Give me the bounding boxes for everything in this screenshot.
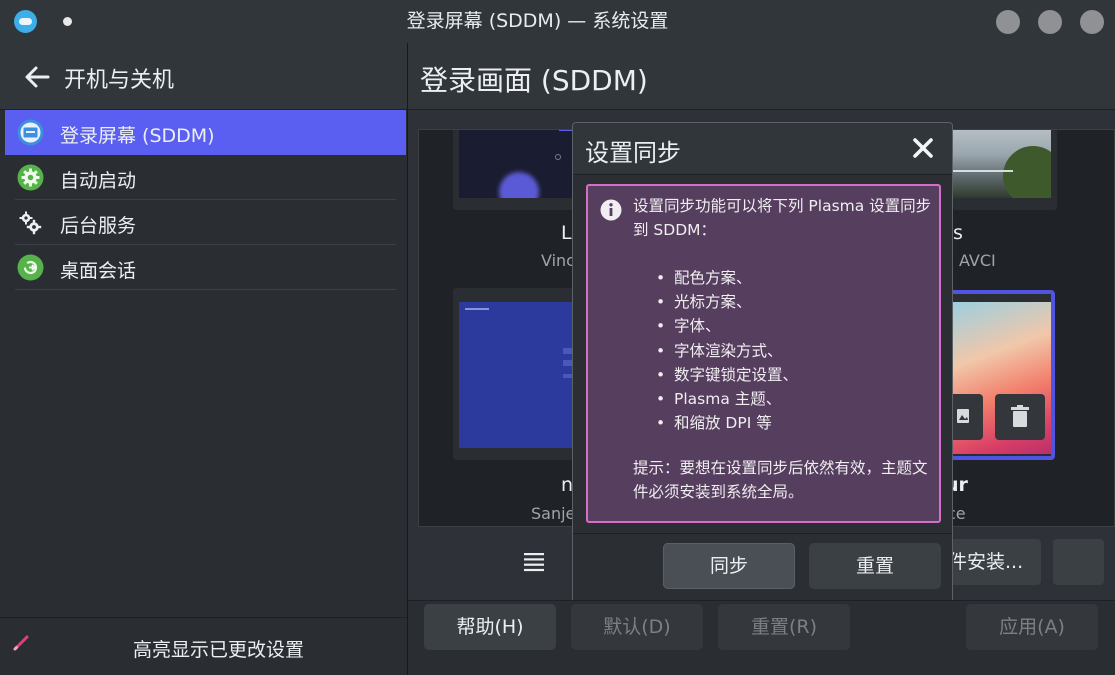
- sync-button[interactable]: 同步: [663, 543, 795, 589]
- list-item: 和缩放 DPI 等: [656, 411, 798, 435]
- login-screen-icon: [17, 119, 44, 146]
- sync-info-message: 设置同步功能可以将下列 Plasma 设置同步到 SDDM： 配色方案、 光标方…: [586, 184, 941, 523]
- info-icon: [600, 199, 622, 221]
- list-item: Plasma 主题、: [656, 387, 798, 411]
- help-button[interactable]: 帮助(H): [424, 604, 556, 650]
- theme-author: AVCI: [959, 251, 996, 270]
- desktop-session-icon: [17, 254, 44, 281]
- close-window-button[interactable]: [1080, 10, 1104, 34]
- dialog-footer: 同步 重置: [573, 533, 952, 600]
- close-icon[interactable]: [912, 137, 934, 159]
- list-menu-icon[interactable]: [522, 550, 546, 574]
- list-item: 字体渲染方式、: [656, 339, 798, 363]
- sidebar-header: 开机与关机: [0, 43, 407, 110]
- sync-settings-dialog: 设置同步 设置同步功能可以将下列 Plasma 设置同步到 SDDM： 配色方案…: [572, 122, 953, 600]
- page-footer: 帮助(H) 默认(D) 重置(R) 应用(A): [408, 600, 1115, 675]
- maximize-button[interactable]: [1038, 10, 1062, 34]
- theme-name: s: [953, 222, 963, 244]
- sidebar-item-label: 桌面会话: [60, 260, 137, 282]
- dialog-header: 设置同步: [573, 123, 952, 175]
- sync-info-note: 提示：要想在设置同步后依然有效，主题文件必须安装到系统全局。: [633, 459, 928, 501]
- theme-author: Vinc: [541, 251, 575, 270]
- window-title: 登录屏幕 (SDDM) — 系统设置: [406, 10, 669, 32]
- list-item: 字体、: [656, 314, 798, 338]
- reset-changes-button[interactable]: 重置(R): [718, 604, 850, 650]
- theme-preview-image: [953, 130, 1051, 198]
- install-from-file-label: 件安装...: [948, 551, 1024, 573]
- autostart-gear-icon: [17, 164, 44, 191]
- theme-name: L: [561, 222, 572, 244]
- apply-button[interactable]: 应用(A): [966, 604, 1098, 650]
- background-services-icon: [19, 211, 42, 235]
- sidebar-item-label: 登录屏幕 (SDDM): [60, 125, 215, 147]
- get-new-themes-button[interactable]: [1053, 539, 1104, 585]
- back-arrow-icon[interactable]: [24, 64, 50, 90]
- minimize-button[interactable]: [996, 10, 1020, 34]
- highlight-changed-settings-label: 高亮显示已更改设置: [132, 639, 304, 661]
- delete-theme-button[interactable]: [995, 394, 1045, 440]
- trash-icon: [1011, 405, 1029, 427]
- theme-card[interactable]: [953, 130, 1057, 210]
- sidebar-item-login-screen[interactable]: 登录屏幕 (SDDM): [5, 110, 406, 155]
- theme-card-selected[interactable]: [933, 290, 1055, 460]
- sidebar-item-background-services[interactable]: 后台服务: [5, 200, 406, 245]
- page-title: 登录画面 (SDDM): [420, 64, 648, 97]
- window-titlebar: 登录屏幕 (SDDM) — 系统设置: [0, 0, 1115, 43]
- theme-author: Sanje: [531, 504, 576, 523]
- sidebar: 开机与关机 登录屏幕 (SDDM) 自动启动 后台服务 桌面会话 高亮显示已更改…: [0, 43, 407, 675]
- page-header: 登录画面 (SDDM): [408, 43, 1115, 110]
- sync-info-intro: 设置同步功能可以将下列 Plasma 设置同步到 SDDM：: [633, 197, 932, 239]
- synced-settings-list: 配色方案、 光标方案、 字体、 字体渲染方式、 数字键锁定设置、 Plasma …: [656, 266, 798, 436]
- defaults-button[interactable]: 默认(D): [571, 604, 703, 650]
- sidebar-category-title: 开机与关机: [64, 68, 175, 93]
- dialog-reset-button[interactable]: 重置: [809, 543, 941, 589]
- dialog-title: 设置同步: [585, 139, 681, 167]
- list-item: 光标方案、: [656, 290, 798, 314]
- list-item: 配色方案、: [656, 266, 798, 290]
- sidebar-item-label: 自动启动: [60, 170, 137, 192]
- highlight-changed-settings-toggle[interactable]: 高亮显示已更改设置: [0, 617, 407, 675]
- list-item: 数字键锁定设置、: [656, 363, 798, 387]
- sidebar-item-label: 后台服务: [60, 215, 137, 237]
- sidebar-list: 登录屏幕 (SDDM) 自动启动 后台服务 桌面会话: [0, 110, 407, 290]
- sidebar-item-autostart[interactable]: 自动启动: [5, 155, 406, 200]
- sidebar-item-desktop-session[interactable]: 桌面会话: [5, 245, 406, 290]
